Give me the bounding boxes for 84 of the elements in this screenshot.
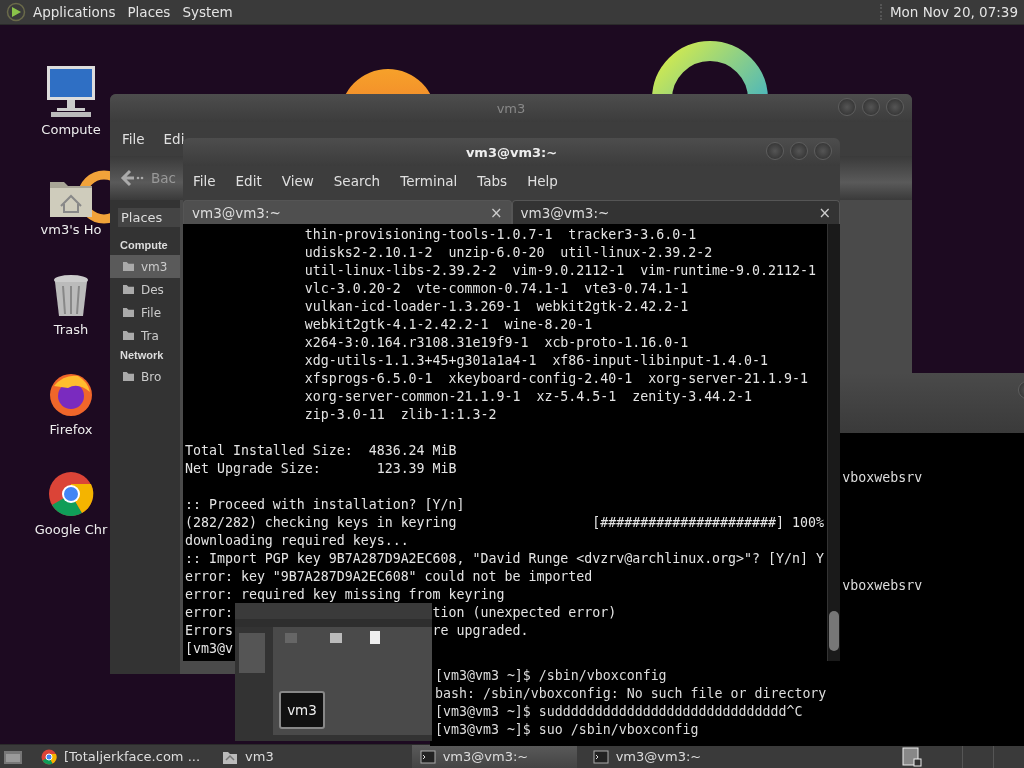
taskbar-button[interactable]: [Totaljerkface.com ... <box>33 745 209 768</box>
scrollbar[interactable] <box>827 224 840 661</box>
terminal-text: zip-3.0-11 zlib-1:1.3-2 <box>303 407 497 422</box>
terminal-text: bash: /sbin/vboxconfig: No such file or directory <box>435 686 827 701</box>
preview-label: vm3 <box>279 691 325 729</box>
folder-icon <box>122 307 135 318</box>
terminal-text: vulkan-icd-loader-1.3.269-1 webkit2gtk-2.42.2-1 <box>303 299 689 314</box>
sidebar-item[interactable]: Bro <box>110 365 180 388</box>
panel-menu[interactable]: System <box>182 4 233 20</box>
terminal-text: thin-provisioning-tools-1.0.7-1 tracker3-3.6.0-1 <box>303 227 697 242</box>
terminal-text: x264-3:0.164.r3108.31e19f9-1 xcb-proto-1.16.0-1 <box>303 335 689 350</box>
panel-menu[interactable]: Places <box>127 4 171 20</box>
panel-menu[interactable]: Applications <box>33 4 116 20</box>
window-preview[interactable]: vm3 <box>235 603 432 741</box>
firefox-icon[interactable] <box>48 372 94 418</box>
taskbar-button[interactable]: vm3@vm3:~ <box>584 745 710 768</box>
terminal-text: vlc-3.0.20-2 vte-common-0.74.1-1 vte3-0.74.1-1 <box>303 281 689 296</box>
taskbar-button[interactable]: vm3@vm3:~ <box>411 745 577 768</box>
chrome-icon[interactable] <box>47 470 95 518</box>
menu-item[interactable]: Search <box>333 173 381 189</box>
terminal-icon <box>419 748 436 765</box>
terminal-text: [vm3@v <box>185 641 233 656</box>
terminal-text: udisks2-2.10.1-2 unzip-6.0-20 util-linux-2.39.2-2 <box>303 245 713 260</box>
terminal-text: [vm3@vm3 ~]$ /sbin/vboxconfig <box>435 668 667 683</box>
menu-item[interactable]: File <box>122 131 145 147</box>
terminal-text: error: required key missing from keyring <box>185 587 505 602</box>
sidebar-item[interactable]: vm3 <box>110 255 180 278</box>
terminal-text: [vm3@vm3 ~]$ suddddddddddddddddddddddddddddd^C <box>435 704 803 719</box>
terminal-text: Net Upgrade Size: 123.39 MiB <box>185 461 457 476</box>
sidebar-item[interactable]: Tra <box>110 324 180 347</box>
terminal-text: vboxwebsrv <box>842 470 923 485</box>
taskbar-button[interactable]: vm3 <box>214 745 282 768</box>
terminal-text: error: <box>185 604 234 622</box>
terminal-text: xfsprogs-6.5.0-1 xkeyboard-config-2.40-1 xorg-server-21.1.9-1 <box>303 371 808 386</box>
terminal-text: util-linux-libs-2.39.2-2 vim-9.0.2112-1 vim-runtime-9.0.2112-1 <box>303 263 816 278</box>
close-tab-button[interactable]: × <box>489 203 503 222</box>
terminal-text: tion (unexpected error) <box>432 605 617 620</box>
window-title: vm3@vm3:~ <box>465 144 558 160</box>
menu-item[interactable]: View <box>281 173 314 189</box>
terminal-text: xorg-server-common-21.1.9-1 xz-5.4.5-1 zenity-3.44.2-1 <box>303 389 753 404</box>
menu-item[interactable]: Edit <box>235 173 262 189</box>
desktop-icon-label: Google Chr <box>34 522 108 537</box>
workspace-switcher-icon[interactable] <box>902 746 922 767</box>
terminal-text: downloading required keys... <box>185 533 409 548</box>
terminal-text: error: key "9B7A287D9A2EC608" could not be imported <box>185 569 593 584</box>
terminal-text: xdg-utils-1.1.3+45+g301a1a4-1 xf86-input-libinput-1.4.0-1 <box>303 353 769 368</box>
terminal-text: vboxwebsrv <box>842 578 923 593</box>
menu-item[interactable]: File <box>193 173 216 189</box>
computer-icon[interactable] <box>45 64 97 118</box>
menu-item[interactable]: Edi <box>163 131 185 147</box>
desktop-icon-label: Compute <box>41 122 101 137</box>
desktop-icon-label: Trash <box>53 322 89 337</box>
sidebar-heading: Compute <box>120 239 169 251</box>
terminal-text: webkit2gtk-4.1-2.42.2-1 wine-8.20-1 <box>303 317 593 332</box>
terminal-text: :: Proceed with installation? [Y/n] <box>185 497 465 512</box>
play-logo-icon[interactable] <box>6 2 26 22</box>
sidebar-item[interactable]: File <box>110 301 180 324</box>
trash-icon[interactable] <box>51 274 91 318</box>
menu-item[interactable]: Help <box>527 173 558 189</box>
sidebar-item[interactable]: Des <box>110 278 180 301</box>
close-tab-button[interactable]: × <box>818 203 831 222</box>
back-arrow-icon[interactable] <box>120 168 144 188</box>
places-dropdown[interactable]: Places <box>118 208 180 227</box>
window-title: vm3 <box>496 100 526 116</box>
terminal-tab[interactable]: vm3@vm3:~ × <box>511 200 840 224</box>
terminal-icon <box>592 748 609 765</box>
terminal-text: :: Import PGP key 9B7A287D9A2EC608, "David Runge <dvzrv@archlinux.org>"? [Y/n] Y <box>185 551 824 566</box>
desktop-icon-label: Firefox <box>49 422 93 437</box>
folder-icon <box>122 371 135 382</box>
desktop-icon-label: vm3's Ho <box>40 222 102 237</box>
terminal-text: [vm3@vm3 ~]$ suo /sbin/vboxconfig <box>435 722 699 737</box>
terminal-text: Total Installed Size: 4836.24 MiB <box>185 443 457 458</box>
terminal-tab[interactable]: vm3@vm3:~ × <box>183 200 512 224</box>
terminal-text: Errors <box>185 622 234 640</box>
menu-item[interactable]: Tabs <box>477 173 508 189</box>
terminal-text: re upgraded. <box>432 623 529 638</box>
menu-item[interactable]: Terminal <box>400 173 458 189</box>
terminal-text: (282/282) checking keys in keyring [######################] 100% <box>185 515 824 530</box>
sidebar-heading: Network <box>120 349 165 361</box>
clock[interactable]: Mon Nov 20, 07:39 <box>879 4 1018 20</box>
chrome-icon <box>41 748 57 765</box>
folder-icon <box>122 261 135 272</box>
folder-icon <box>122 284 135 295</box>
folder-icon <box>122 330 135 341</box>
